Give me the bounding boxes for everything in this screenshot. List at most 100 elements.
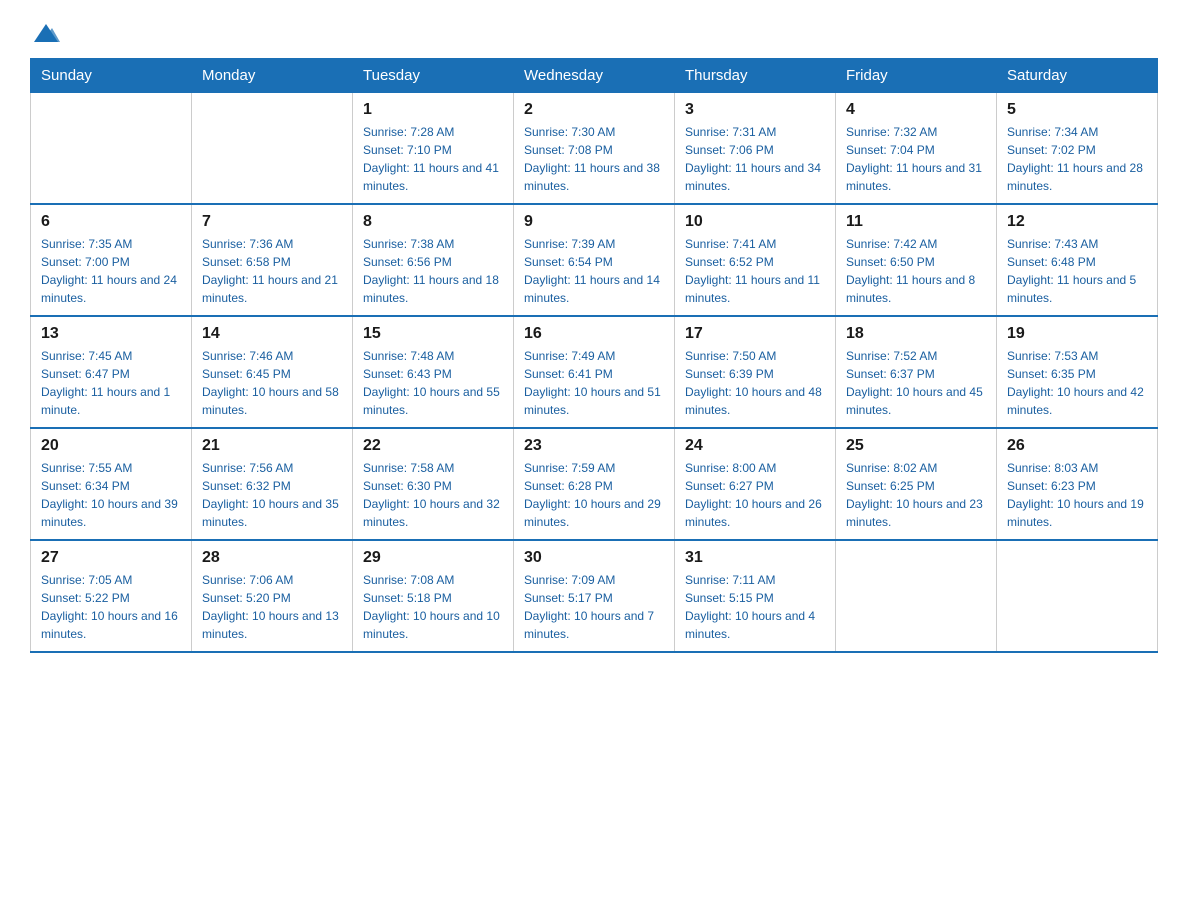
calendar-cell: 7 Sunrise: 7:36 AMSunset: 6:58 PMDaylight… bbox=[192, 204, 353, 316]
day-info: Sunrise: 8:00 AMSunset: 6:27 PMDaylight:… bbox=[685, 459, 825, 531]
calendar-cell: 9 Sunrise: 7:39 AMSunset: 6:54 PMDaylight… bbox=[514, 204, 675, 316]
day-info: Sunrise: 7:30 AMSunset: 7:08 PMDaylight:… bbox=[524, 123, 664, 195]
day-number: 6 bbox=[41, 213, 181, 231]
day-number: 3 bbox=[685, 101, 825, 119]
day-number: 1 bbox=[363, 101, 503, 119]
day-info: Sunrise: 7:46 AMSunset: 6:45 PMDaylight:… bbox=[202, 347, 342, 419]
day-info: Sunrise: 7:36 AMSunset: 6:58 PMDaylight:… bbox=[202, 235, 342, 307]
day-number: 22 bbox=[363, 437, 503, 455]
day-number: 16 bbox=[524, 325, 664, 343]
calendar-cell: 5Sunrise: 7:34 AMSunset: 7:02 PMDaylight… bbox=[997, 93, 1158, 205]
calendar-cell: 16 Sunrise: 7:49 AMSunset: 6:41 PMDayligh… bbox=[514, 316, 675, 428]
day-number: 21 bbox=[202, 437, 342, 455]
day-number: 9 bbox=[524, 213, 664, 231]
calendar-week-row: 27Sunrise: 7:05 AMSunset: 5:22 PMDayligh… bbox=[31, 540, 1158, 652]
weekday-header-row: SundayMondayTuesdayWednesdayThursdayFrid… bbox=[31, 59, 1158, 93]
calendar-cell: 14 Sunrise: 7:46 AMSunset: 6:45 PMDayligh… bbox=[192, 316, 353, 428]
calendar-cell: 20 Sunrise: 7:55 AMSunset: 6:34 PMDayligh… bbox=[31, 428, 192, 540]
day-number: 25 bbox=[846, 437, 986, 455]
day-number: 10 bbox=[685, 213, 825, 231]
day-number: 17 bbox=[685, 325, 825, 343]
day-number: 12 bbox=[1007, 213, 1147, 231]
weekday-header-sunday: Sunday bbox=[31, 59, 192, 93]
weekday-header-tuesday: Tuesday bbox=[353, 59, 514, 93]
calendar-cell bbox=[192, 93, 353, 205]
day-info: Sunrise: 7:08 AMSunset: 5:18 PMDaylight:… bbox=[363, 571, 503, 643]
calendar-cell: 2Sunrise: 7:30 AMSunset: 7:08 PMDaylight… bbox=[514, 93, 675, 205]
calendar-cell: 31Sunrise: 7:11 AMSunset: 5:15 PMDayligh… bbox=[675, 540, 836, 652]
calendar-week-row: 6 Sunrise: 7:35 AMSunset: 7:00 PMDaylight… bbox=[31, 204, 1158, 316]
calendar-week-row: 13Sunrise: 7:45 AMSunset: 6:47 PMDayligh… bbox=[31, 316, 1158, 428]
weekday-header-friday: Friday bbox=[836, 59, 997, 93]
day-info: Sunrise: 7:06 AMSunset: 5:20 PMDaylight:… bbox=[202, 571, 342, 643]
day-number: 29 bbox=[363, 549, 503, 567]
calendar-cell: 22 Sunrise: 7:58 AMSunset: 6:30 PMDayligh… bbox=[353, 428, 514, 540]
logo bbox=[30, 20, 62, 48]
calendar-cell: 13Sunrise: 7:45 AMSunset: 6:47 PMDayligh… bbox=[31, 316, 192, 428]
day-number: 15 bbox=[363, 325, 503, 343]
calendar-cell: 10 Sunrise: 7:41 AMSunset: 6:52 PMDayligh… bbox=[675, 204, 836, 316]
weekday-header-monday: Monday bbox=[192, 59, 353, 93]
day-info: Sunrise: 7:50 AMSunset: 6:39 PMDaylight:… bbox=[685, 347, 825, 419]
day-info: Sunrise: 7:35 AMSunset: 7:00 PMDaylight:… bbox=[41, 235, 181, 307]
logo-icon bbox=[32, 20, 60, 48]
day-number: 5 bbox=[1007, 101, 1147, 119]
weekday-header-saturday: Saturday bbox=[997, 59, 1158, 93]
day-info: Sunrise: 7:59 AMSunset: 6:28 PMDaylight:… bbox=[524, 459, 664, 531]
day-info: Sunrise: 7:43 AMSunset: 6:48 PMDaylight:… bbox=[1007, 235, 1147, 307]
day-number: 24 bbox=[685, 437, 825, 455]
calendar-cell bbox=[997, 540, 1158, 652]
day-info: Sunrise: 7:32 AMSunset: 7:04 PMDaylight:… bbox=[846, 123, 986, 195]
day-info: Sunrise: 8:03 AMSunset: 6:23 PMDaylight:… bbox=[1007, 459, 1147, 531]
calendar-cell: 11 Sunrise: 7:42 AMSunset: 6:50 PMDayligh… bbox=[836, 204, 997, 316]
day-info: Sunrise: 7:49 AMSunset: 6:41 PMDaylight:… bbox=[524, 347, 664, 419]
calendar-cell: 6 Sunrise: 7:35 AMSunset: 7:00 PMDaylight… bbox=[31, 204, 192, 316]
calendar-table: SundayMondayTuesdayWednesdayThursdayFrid… bbox=[30, 58, 1158, 653]
day-info: Sunrise: 7:48 AMSunset: 6:43 PMDaylight:… bbox=[363, 347, 503, 419]
calendar-cell: 24 Sunrise: 8:00 AMSunset: 6:27 PMDayligh… bbox=[675, 428, 836, 540]
calendar-cell: 17 Sunrise: 7:50 AMSunset: 6:39 PMDayligh… bbox=[675, 316, 836, 428]
day-info: Sunrise: 7:39 AMSunset: 6:54 PMDaylight:… bbox=[524, 235, 664, 307]
day-info: Sunrise: 7:58 AMSunset: 6:30 PMDaylight:… bbox=[363, 459, 503, 531]
day-number: 20 bbox=[41, 437, 181, 455]
calendar-cell: 25 Sunrise: 8:02 AMSunset: 6:25 PMDayligh… bbox=[836, 428, 997, 540]
day-info: Sunrise: 7:52 AMSunset: 6:37 PMDaylight:… bbox=[846, 347, 986, 419]
day-number: 14 bbox=[202, 325, 342, 343]
day-info: Sunrise: 7:55 AMSunset: 6:34 PMDaylight:… bbox=[41, 459, 181, 531]
day-info: Sunrise: 7:56 AMSunset: 6:32 PMDaylight:… bbox=[202, 459, 342, 531]
calendar-cell: 15 Sunrise: 7:48 AMSunset: 6:43 PMDayligh… bbox=[353, 316, 514, 428]
day-number: 18 bbox=[846, 325, 986, 343]
calendar-cell: 26 Sunrise: 8:03 AMSunset: 6:23 PMDayligh… bbox=[997, 428, 1158, 540]
day-info: Sunrise: 7:38 AMSunset: 6:56 PMDaylight:… bbox=[363, 235, 503, 307]
weekday-header-wednesday: Wednesday bbox=[514, 59, 675, 93]
page-header bbox=[30, 20, 1158, 48]
day-number: 31 bbox=[685, 549, 825, 567]
day-info: Sunrise: 7:53 AMSunset: 6:35 PMDaylight:… bbox=[1007, 347, 1147, 419]
calendar-cell: 12 Sunrise: 7:43 AMSunset: 6:48 PMDayligh… bbox=[997, 204, 1158, 316]
calendar-cell: 18 Sunrise: 7:52 AMSunset: 6:37 PMDayligh… bbox=[836, 316, 997, 428]
calendar-week-row: 20 Sunrise: 7:55 AMSunset: 6:34 PMDayligh… bbox=[31, 428, 1158, 540]
day-info: Sunrise: 8:02 AMSunset: 6:25 PMDaylight:… bbox=[846, 459, 986, 531]
day-number: 26 bbox=[1007, 437, 1147, 455]
calendar-cell: 19 Sunrise: 7:53 AMSunset: 6:35 PMDayligh… bbox=[997, 316, 1158, 428]
day-number: 11 bbox=[846, 213, 986, 231]
calendar-cell: 1Sunrise: 7:28 AMSunset: 7:10 PMDaylight… bbox=[353, 93, 514, 205]
day-number: 13 bbox=[41, 325, 181, 343]
day-number: 28 bbox=[202, 549, 342, 567]
day-number: 4 bbox=[846, 101, 986, 119]
calendar-cell: 29 Sunrise: 7:08 AMSunset: 5:18 PMDayligh… bbox=[353, 540, 514, 652]
day-number: 19 bbox=[1007, 325, 1147, 343]
day-info: Sunrise: 7:09 AMSunset: 5:17 PMDaylight:… bbox=[524, 571, 664, 643]
calendar-cell: 4 Sunrise: 7:32 AMSunset: 7:04 PMDaylight… bbox=[836, 93, 997, 205]
calendar-cell: 3Sunrise: 7:31 AMSunset: 7:06 PMDaylight… bbox=[675, 93, 836, 205]
calendar-cell bbox=[31, 93, 192, 205]
calendar-week-row: 1Sunrise: 7:28 AMSunset: 7:10 PMDaylight… bbox=[31, 93, 1158, 205]
day-info: Sunrise: 7:42 AMSunset: 6:50 PMDaylight:… bbox=[846, 235, 986, 307]
calendar-cell: 30 Sunrise: 7:09 AMSunset: 5:17 PMDayligh… bbox=[514, 540, 675, 652]
day-info: Sunrise: 7:41 AMSunset: 6:52 PMDaylight:… bbox=[685, 235, 825, 307]
day-number: 7 bbox=[202, 213, 342, 231]
calendar-cell: 27Sunrise: 7:05 AMSunset: 5:22 PMDayligh… bbox=[31, 540, 192, 652]
calendar-cell: 21 Sunrise: 7:56 AMSunset: 6:32 PMDayligh… bbox=[192, 428, 353, 540]
calendar-cell: 28 Sunrise: 7:06 AMSunset: 5:20 PMDayligh… bbox=[192, 540, 353, 652]
day-number: 30 bbox=[524, 549, 664, 567]
